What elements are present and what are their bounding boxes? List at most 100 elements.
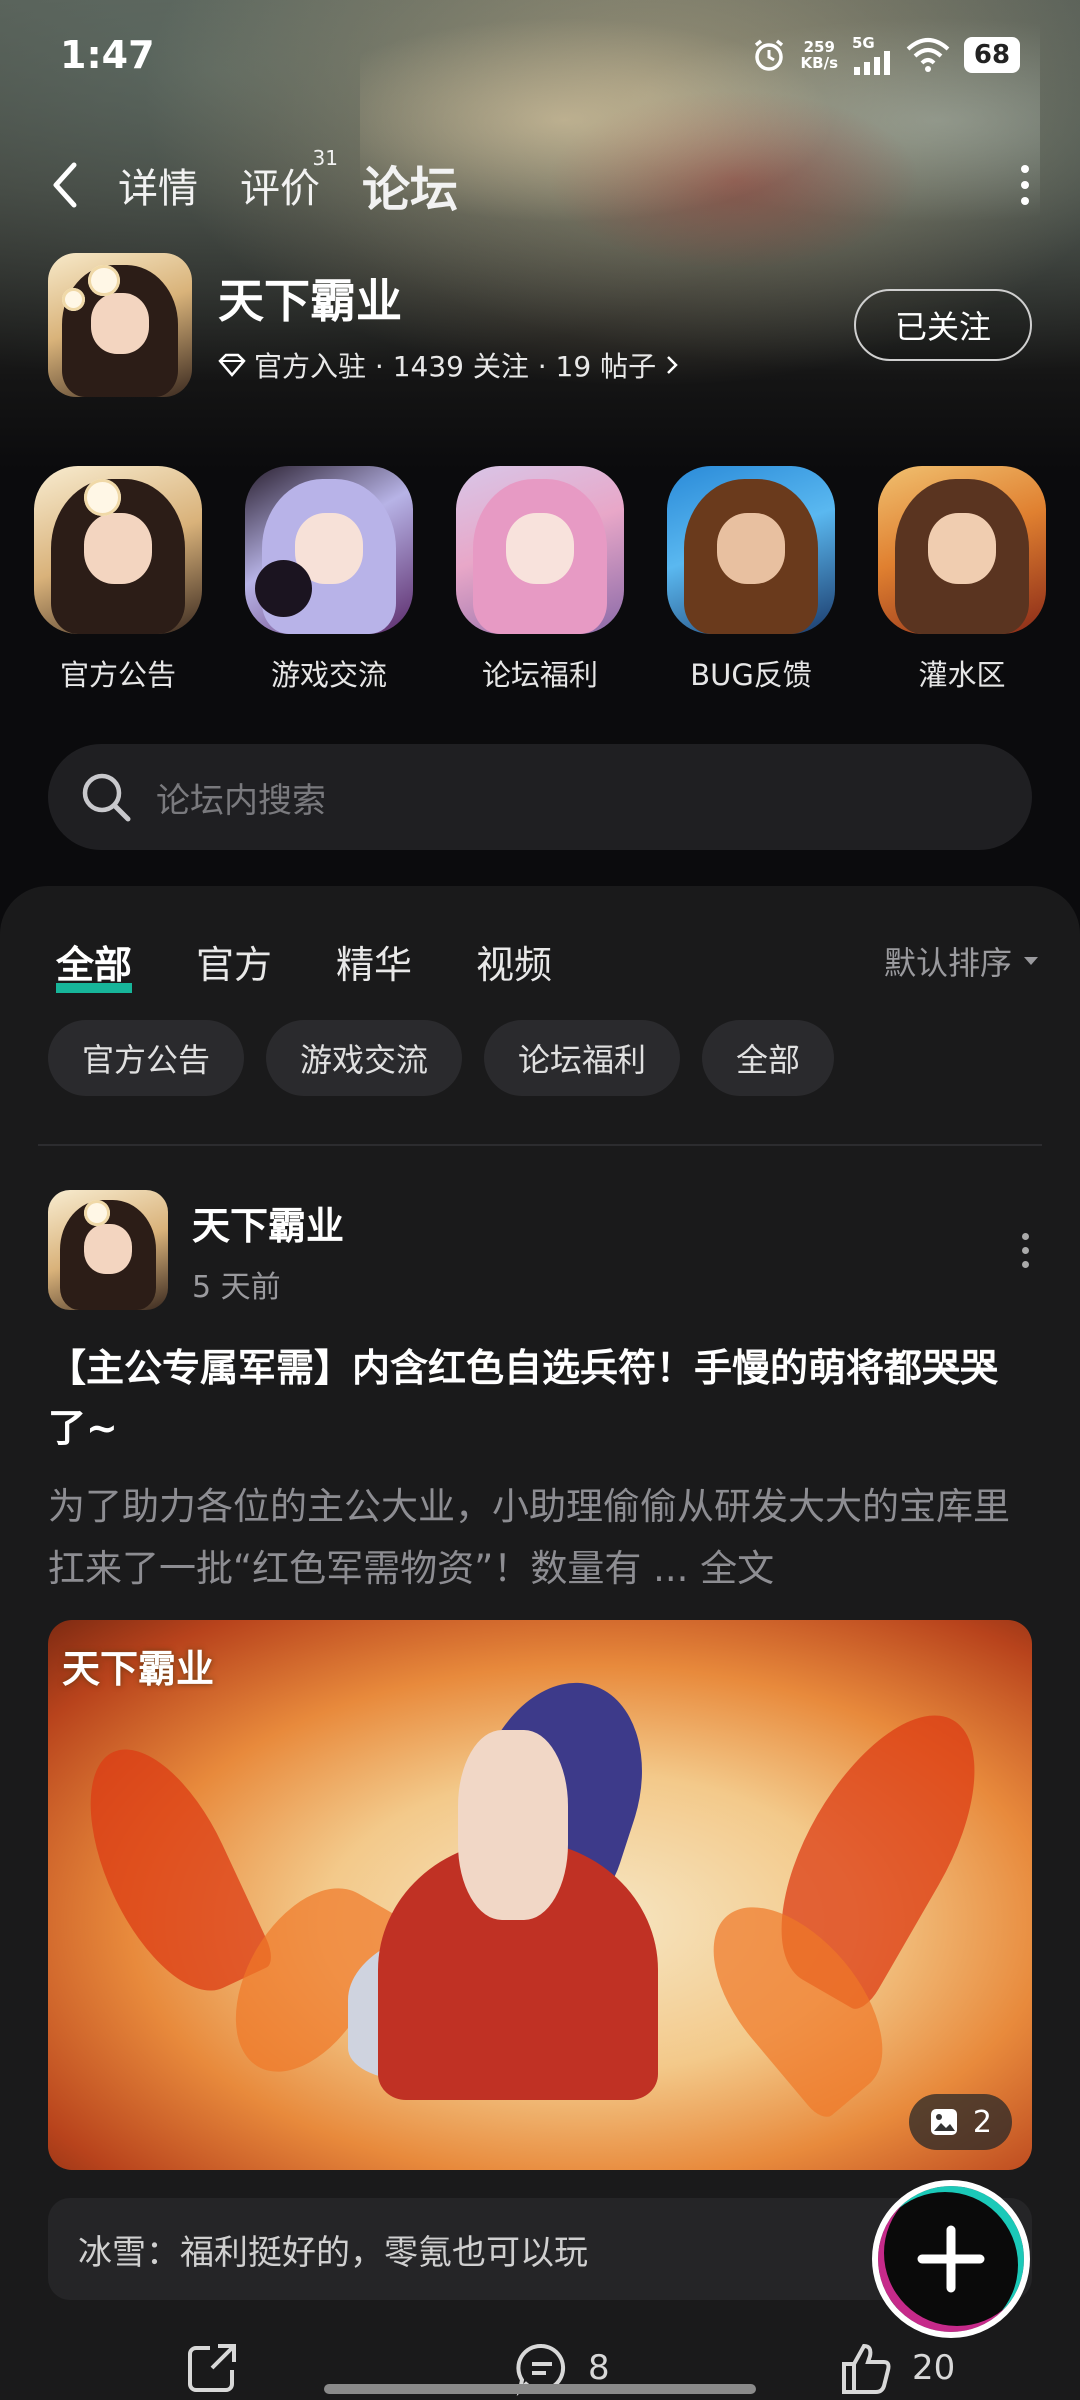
like-count: 20 bbox=[912, 2348, 956, 2388]
channel-image-face bbox=[84, 513, 152, 584]
post-excerpt[interactable]: 为了助力各位的主公大业，小助理偷偷从研发大大的宝库里扛来了一批“红色军需物资”！… bbox=[48, 1476, 1032, 1600]
chevron-left-icon bbox=[53, 162, 77, 208]
image-count-badge: 2 bbox=[908, 2094, 1012, 2150]
post-excerpt-text: 为了助力各位的主公大业，小助理偷偷从研发大大的宝库里扛来了一批“红色军需物资”！… bbox=[48, 1485, 1010, 1590]
feed-tab-featured-label: 精华 bbox=[336, 942, 413, 987]
channel-image-cat bbox=[255, 560, 313, 618]
follow-button[interactable]: 已关注 bbox=[854, 289, 1032, 361]
channel-bug-report[interactable]: BUG反馈 bbox=[667, 466, 835, 694]
more-dot-icon bbox=[1021, 181, 1029, 189]
share-icon bbox=[188, 2344, 236, 2392]
image-game-logo: 天下霸业 bbox=[62, 1646, 215, 1691]
forum-search-input[interactable]: 论坛内搜索 bbox=[48, 744, 1032, 850]
feed-tabs: 全部 官方 精华 视频 默认排序 bbox=[56, 926, 1040, 996]
battery-level: 68 bbox=[964, 37, 1020, 73]
channel-label: 官方公告 bbox=[59, 658, 176, 692]
avatar-face bbox=[84, 1223, 132, 1274]
icon-flower bbox=[88, 264, 120, 297]
more-dot-icon bbox=[1021, 1246, 1029, 1254]
channel-image bbox=[667, 466, 835, 634]
tab-forum[interactable]: 论坛 bbox=[357, 150, 463, 220]
chip-all[interactable]: 全部 bbox=[702, 1020, 835, 1096]
game-header: 天下霸业 官方入驻 · 1439 关注 · 19 帖子 已关注 bbox=[48, 250, 1032, 400]
tab-reviews-label: 评价 bbox=[240, 166, 320, 212]
alarm-icon bbox=[754, 39, 783, 71]
feed-tab-all[interactable]: 全部 bbox=[56, 934, 133, 993]
post-title[interactable]: 【主公专属军需】内含红色自选兵符！手慢的萌将都哭哭了~ bbox=[48, 1338, 1032, 1458]
tab-details-label: 详情 bbox=[118, 166, 198, 212]
post-author-name[interactable]: 天下霸业 bbox=[192, 1195, 344, 1250]
back-button[interactable] bbox=[50, 155, 90, 215]
feed-tab-official[interactable]: 官方 bbox=[196, 934, 272, 989]
channel-image bbox=[878, 466, 1046, 634]
icon-flower bbox=[62, 287, 86, 311]
forum-channels: 官方公告 游戏交流 论坛福利 BUG反馈 灌水区 bbox=[34, 466, 1046, 694]
avatar[interactable] bbox=[48, 1190, 168, 1310]
channel-forum-benefits[interactable]: 论坛福利 bbox=[456, 466, 624, 694]
channel-label: BUG反馈 bbox=[690, 658, 812, 692]
chip-game-discussion[interactable]: 游戏交流 bbox=[266, 1020, 463, 1096]
channel-off-topic[interactable]: 灌水区 bbox=[878, 466, 1046, 694]
post-timestamp: 5 天前 bbox=[192, 1269, 281, 1305]
status-time: 1:47 bbox=[60, 33, 155, 77]
feed-panel: 全部 官方 精华 视频 默认排序 官方公告 游戏交流 论坛福利 全部 天下霸业 … bbox=[0, 886, 1080, 2400]
feed-tab-official-label: 官方 bbox=[196, 942, 273, 987]
game-meta[interactable]: 官方入驻 · 1439 关注 · 19 帖子 bbox=[218, 345, 680, 385]
cell-signal: 5G bbox=[852, 35, 892, 75]
image-icon bbox=[930, 2109, 957, 2135]
more-dot-icon bbox=[1021, 165, 1029, 173]
channel-label: 论坛福利 bbox=[481, 658, 598, 692]
channel-image bbox=[245, 466, 413, 634]
tab-details[interactable]: 详情 bbox=[118, 156, 198, 214]
signal-icon bbox=[854, 51, 890, 75]
network-speed: 259 KB/s bbox=[801, 39, 838, 71]
share-button[interactable] bbox=[184, 2340, 240, 2396]
post-image[interactable]: 天下霸业 2 bbox=[48, 1620, 1032, 2170]
diamond-icon bbox=[218, 353, 246, 377]
network-speed-unit: KB/s bbox=[800, 54, 838, 72]
game-meta-text: 官方入驻 · 1439 关注 · 19 帖子 bbox=[254, 350, 657, 383]
caret-down-icon bbox=[1024, 957, 1038, 965]
thumbs-up-icon bbox=[842, 2343, 891, 2394]
image-figure-body bbox=[458, 1730, 568, 1920]
comment-count: 8 bbox=[588, 2348, 610, 2388]
category-chips: 官方公告 游戏交流 论坛福利 全部 bbox=[48, 1020, 835, 1096]
sort-label: 默认排序 bbox=[883, 944, 1012, 982]
game-title: 天下霸业 bbox=[218, 274, 402, 328]
channel-image-face bbox=[717, 513, 785, 584]
more-dot-icon bbox=[1021, 1232, 1029, 1240]
channel-label: 游戏交流 bbox=[270, 658, 387, 692]
channel-official-announcements[interactable]: 官方公告 bbox=[34, 466, 202, 694]
channel-image bbox=[34, 466, 202, 634]
tab-forum-label: 论坛 bbox=[362, 162, 459, 218]
sort-dropdown[interactable]: 默认排序 bbox=[884, 938, 1040, 984]
plus-icon bbox=[917, 2225, 985, 2293]
game-icon[interactable] bbox=[48, 253, 192, 397]
tab-reviews[interactable]: 评价 31 bbox=[240, 146, 338, 214]
chevron-right-icon bbox=[667, 356, 678, 374]
home-indicator[interactable] bbox=[324, 2384, 756, 2394]
channel-label: 灌水区 bbox=[918, 658, 1006, 692]
icon-face bbox=[91, 293, 149, 354]
more-dot-icon bbox=[1021, 1260, 1029, 1268]
channel-image-face bbox=[928, 513, 996, 584]
search-placeholder: 论坛内搜索 bbox=[156, 780, 326, 821]
chip-forum-benefits[interactable]: 论坛福利 bbox=[484, 1020, 681, 1096]
status-bar: 1:47 259 KB/s 5G 68 bbox=[60, 30, 1020, 80]
chip-official-announcements[interactable]: 官方公告 bbox=[48, 1020, 245, 1096]
post-header: 天下霸业 5 天前 bbox=[48, 1190, 1040, 1310]
create-post-button[interactable] bbox=[872, 2180, 1030, 2338]
channel-image bbox=[456, 466, 624, 634]
image-count-value: 2 bbox=[972, 2104, 992, 2140]
feed-tab-video[interactable]: 视频 bbox=[476, 934, 552, 989]
post-more-button[interactable] bbox=[1010, 1232, 1040, 1268]
more-options-button[interactable] bbox=[1010, 155, 1040, 215]
like-button[interactable]: 20 bbox=[838, 2340, 955, 2396]
image-flame bbox=[58, 1726, 278, 2014]
network-speed-value: 259 bbox=[803, 38, 835, 56]
full-text-link[interactable]: 全文 bbox=[700, 1547, 774, 1590]
feed-tab-video-label: 视频 bbox=[476, 942, 553, 987]
channel-game-discussion[interactable]: 游戏交流 bbox=[245, 466, 413, 694]
feed-tab-featured[interactable]: 精华 bbox=[336, 934, 412, 989]
channel-image-face bbox=[506, 513, 574, 584]
